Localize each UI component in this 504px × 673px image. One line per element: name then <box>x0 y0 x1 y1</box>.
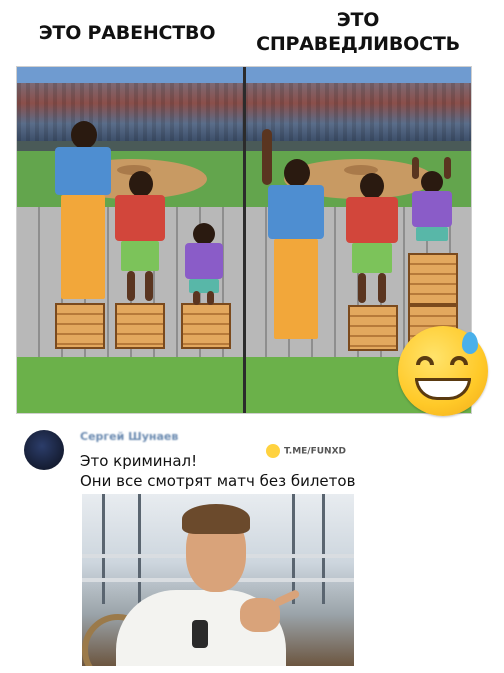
stadium-stands <box>244 83 471 141</box>
short-person <box>183 223 225 305</box>
stadium-stands <box>17 83 244 141</box>
pointing-hand <box>240 598 280 632</box>
comment-text-line1: Это криминал! <box>80 452 198 470</box>
crate <box>348 305 398 351</box>
short-person <box>410 157 454 255</box>
avatar[interactable] <box>24 430 64 470</box>
watermark-text: T.ME/FUNXD <box>284 446 346 457</box>
medium-person <box>113 171 167 305</box>
crate <box>55 303 105 349</box>
comment-block: Сергей Шунаев T.ME/FUNXD Это криминал! О… <box>16 418 470 498</box>
tall-person <box>262 129 328 347</box>
crate <box>181 303 231 349</box>
sweat-smile-emoji-icon <box>398 326 488 416</box>
medium-person <box>344 173 400 307</box>
watermark: T.ME/FUNXD <box>266 444 346 458</box>
comment-author[interactable]: Сергей Шунаев <box>80 430 178 443</box>
tall-person <box>53 121 113 305</box>
heading-justice-line1: ЭТО <box>336 9 380 31</box>
sunglasses <box>192 620 208 648</box>
crate <box>408 253 458 305</box>
heading-equality: ЭТО РАВЕНСТВО <box>38 22 216 44</box>
laughing-emoji-icon <box>266 444 280 458</box>
heading-justice: ЭТО СПРАВЕДЛИВОСТЬ <box>248 8 468 56</box>
equality-scene <box>17 67 244 413</box>
comment-text-line2: Они все смотрят матч без билетов <box>80 472 356 490</box>
heading-justice-line2: СПРАВЕДЛИВОСТЬ <box>256 33 460 55</box>
reaction-photo <box>82 494 354 666</box>
panel-divider <box>243 67 246 413</box>
crate <box>115 303 165 349</box>
sweat-drop-icon <box>462 332 478 354</box>
